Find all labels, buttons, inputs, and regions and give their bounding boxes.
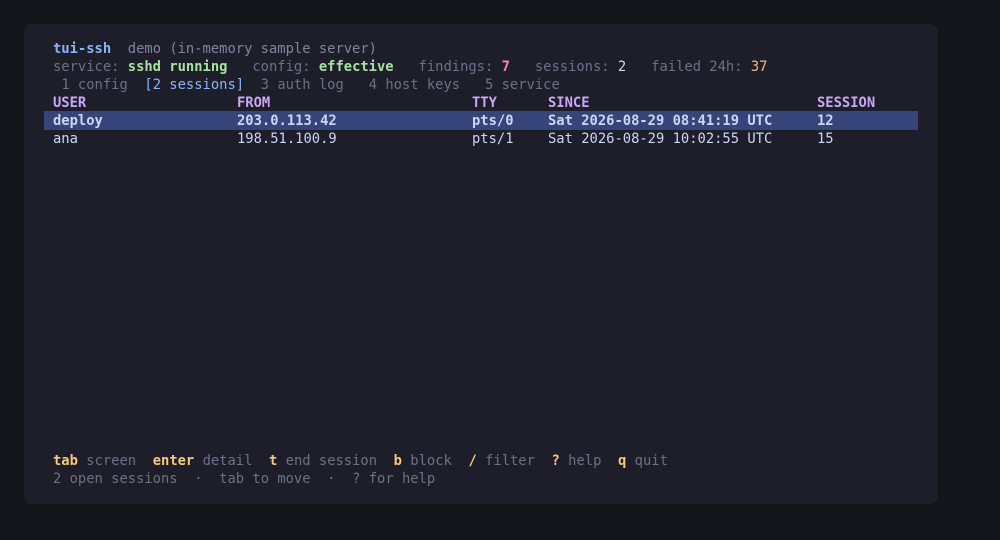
- tab-service[interactable]: 5 service: [485, 77, 560, 93]
- key-slash-action: filter: [485, 453, 535, 469]
- row-session: 12: [817, 113, 834, 129]
- key-question[interactable]: ?: [552, 453, 560, 469]
- tab-hint: tab to move: [219, 471, 311, 487]
- key-tab-action: screen: [86, 453, 137, 469]
- tab-sessions[interactable]: [2 sessions]: [144, 77, 244, 93]
- table-header: USER FROM TTY SINCE SESSION: [24, 94, 938, 112]
- tab-bar: 1 config [2 sessions] 3 auth log 4 host …: [53, 76, 560, 94]
- row-tty: pts/0: [472, 113, 514, 129]
- key-b-action: block: [410, 453, 452, 469]
- failed-label: failed 24h:: [651, 59, 743, 75]
- tab-host-keys[interactable]: 4 host keys: [369, 77, 460, 93]
- help-hint: ? for help: [352, 471, 436, 487]
- key-slash[interactable]: /: [468, 453, 476, 469]
- title-bar: tui-ssh demo (in-memory sample server): [53, 40, 377, 58]
- app-name: tui-ssh: [53, 41, 112, 57]
- key-q[interactable]: q: [618, 453, 626, 469]
- row-user: deploy: [53, 113, 103, 129]
- row-session: 15: [817, 131, 834, 147]
- table-row[interactable]: deploy 203.0.113.42 pts/0 Sat 2026-08-29…: [24, 112, 938, 130]
- service-status: sshd running: [127, 59, 228, 75]
- status-footer: 2 open sessions · tab to move · ? for he…: [53, 470, 435, 488]
- sessions-count: 2: [617, 59, 627, 75]
- row-from: 198.51.100.9: [237, 131, 337, 147]
- column-header-since: SINCE: [548, 95, 590, 111]
- key-question-action: help: [568, 453, 602, 469]
- app-subtitle: demo (in-memory sample server): [127, 41, 377, 57]
- key-enter-action: detail: [202, 453, 253, 469]
- config-status: effective: [318, 59, 394, 75]
- separator: ·: [194, 471, 203, 487]
- failed-count: 37: [750, 59, 768, 75]
- row-tty: pts/1: [472, 131, 514, 147]
- key-t[interactable]: t: [269, 453, 277, 469]
- key-t-action: end session: [285, 453, 378, 469]
- row-from: 203.0.113.42: [237, 113, 337, 129]
- column-header-from: FROM: [237, 95, 271, 111]
- tab-auth-log[interactable]: 3 auth log: [261, 77, 344, 93]
- terminal-window: tui-ssh demo (in-memory sample server) s…: [24, 24, 938, 504]
- table-row[interactable]: ana 198.51.100.9 pts/1 Sat 2026-08-29 10…: [24, 130, 938, 148]
- key-tab[interactable]: tab: [53, 453, 78, 469]
- key-enter[interactable]: enter: [153, 453, 195, 469]
- findings-count: 7: [501, 59, 510, 75]
- key-q-action: quit: [634, 453, 668, 469]
- service-label: service:: [53, 59, 120, 75]
- findings-label: findings:: [418, 59, 494, 75]
- open-sessions-text: 2 open sessions: [53, 471, 178, 487]
- config-label: config:: [252, 59, 311, 75]
- row-since: Sat 2026-08-29 10:02:55 UTC: [548, 131, 773, 147]
- sessions-label: sessions:: [534, 59, 610, 75]
- status-line: service: sshd running config: effective …: [53, 58, 767, 76]
- key-b[interactable]: b: [394, 453, 402, 469]
- row-since: Sat 2026-08-29 08:41:19 UTC: [548, 113, 773, 129]
- row-user: ana: [53, 131, 78, 147]
- keybinding-bar: tab screen enter detail t end session b …: [53, 452, 668, 470]
- column-header-session: SESSION: [817, 95, 876, 111]
- separator: ·: [327, 471, 336, 487]
- column-header-tty: TTY: [472, 95, 497, 111]
- tab-config[interactable]: 1 config: [61, 77, 127, 93]
- column-header-user: USER: [53, 95, 87, 111]
